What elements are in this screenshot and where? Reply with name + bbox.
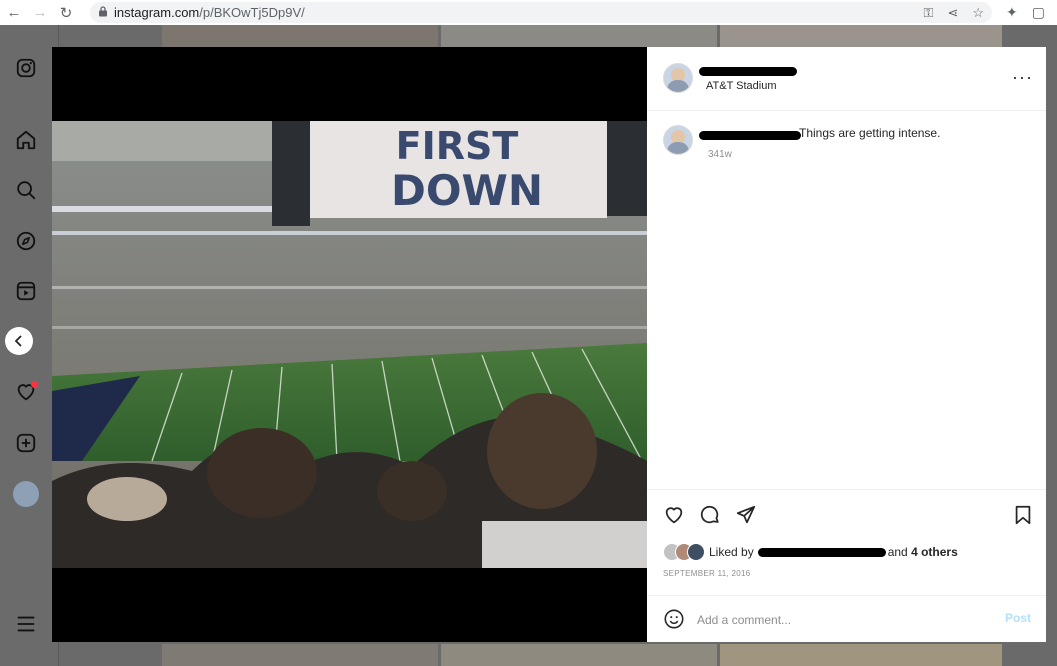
home-icon[interactable]	[13, 127, 39, 153]
key-icon[interactable]: ⚿	[924, 5, 934, 21]
post-header: AT&T Stadium ···	[647, 47, 1046, 111]
location-link[interactable]: AT&T Stadium	[706, 80, 777, 92]
post-date[interactable]: SEPTEMBER 11, 2016	[663, 569, 751, 578]
post-photo[interactable]: FIRST DOWN	[52, 121, 647, 568]
profile-avatar[interactable]	[13, 481, 39, 507]
caption-author-avatar[interactable]	[663, 125, 693, 155]
share-direct-icon[interactable]	[735, 504, 759, 528]
url-text: instagram.com/p/BKOwTj5Dp9V/	[114, 5, 305, 20]
liked-others-link[interactable]: 4 others	[911, 545, 958, 559]
instagram-logo-icon[interactable]	[13, 55, 39, 81]
side-panel-icon[interactable]: ▢	[1032, 4, 1045, 21]
post-actions: Liked by and 4 others SEPTEMBER 11, 2016	[647, 489, 1046, 596]
post-comment-button[interactable]: Post	[1005, 611, 1031, 625]
post-modal: FIRST DOWN AT&T Stadium ··· Things are g…	[52, 47, 1046, 642]
reload-icon[interactable]: ↻	[54, 5, 78, 22]
reels-icon[interactable]	[13, 278, 39, 304]
liked-by-label: Liked by	[709, 545, 754, 559]
save-bookmark-icon[interactable]	[1012, 504, 1036, 528]
bookmark-star-icon[interactable]: ☆	[972, 5, 984, 21]
background-thumbnail	[441, 644, 717, 666]
like-heart-icon[interactable]	[663, 504, 687, 528]
forward-arrow-icon[interactable]: →	[28, 4, 52, 21]
share-icon[interactable]: ⋖	[947, 5, 958, 21]
emoji-icon[interactable]	[663, 608, 685, 630]
extensions-icon[interactable]: ✦	[1006, 4, 1018, 21]
comment-bar: Post	[647, 595, 1046, 643]
post-caption: Things are getting intense.	[799, 126, 941, 140]
redacted-caption-username	[699, 131, 801, 140]
background-thumbnail	[162, 644, 438, 666]
browser-toolbar: ← → ↻ instagram.com/p/BKOwTj5Dp9V/ ⚿ ⋖ ☆…	[0, 0, 1057, 25]
post-time-ago[interactable]: 341w	[708, 149, 732, 160]
scoreboard-text-first: FIRST	[396, 124, 519, 168]
notification-dot	[31, 381, 38, 388]
post-details-panel: AT&T Stadium ··· Things are getting inte…	[647, 47, 1046, 642]
background-thumbnail	[720, 25, 1002, 47]
menu-icon[interactable]	[13, 611, 39, 637]
scoreboard-text-down: DOWN	[391, 166, 543, 215]
search-icon[interactable]	[13, 177, 39, 203]
explore-icon[interactable]	[13, 228, 39, 254]
liked-and-label: and	[887, 545, 908, 559]
previous-post-chevron-icon[interactable]	[5, 327, 33, 355]
more-options-icon[interactable]: ···	[1012, 67, 1033, 88]
liker-avatars[interactable]	[663, 543, 709, 561]
background-thumbnail	[441, 25, 717, 47]
author-avatar[interactable]	[663, 63, 693, 93]
address-bar[interactable]: instagram.com/p/BKOwTj5Dp9V/ ⚿ ⋖ ☆	[90, 2, 992, 23]
comment-input[interactable]	[695, 610, 989, 630]
redacted-liker-username	[757, 547, 886, 557]
redacted-username	[699, 67, 797, 76]
lock-icon	[98, 5, 114, 20]
background-thumbnail	[720, 644, 1002, 666]
comment-icon[interactable]	[699, 504, 723, 528]
create-icon[interactable]	[13, 430, 39, 456]
liked-by-row: Liked by and 4 others	[663, 543, 958, 561]
background-thumbnail	[162, 25, 438, 47]
back-arrow-icon[interactable]: ←	[2, 4, 26, 21]
